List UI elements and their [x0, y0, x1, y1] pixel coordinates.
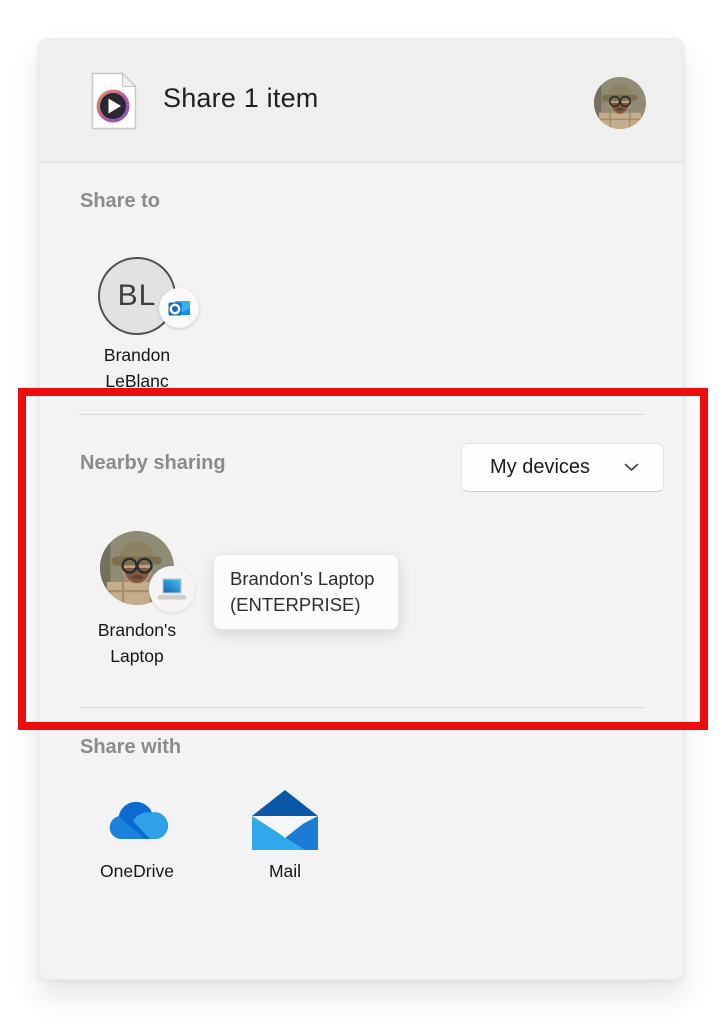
device-name: Brandon's Laptop — [82, 617, 192, 669]
media-file-icon — [91, 72, 137, 130]
share-dialog: Share 1 item — [38, 38, 684, 980]
contact-name: Brandon LeBlanc — [82, 342, 192, 394]
tooltip-line2: (ENTERPRISE) — [230, 592, 390, 618]
contact-initials: BL — [118, 279, 157, 313]
device-tooltip: Brandon's Laptop (ENTERPRISE) — [213, 554, 399, 630]
onedrive-icon[interactable] — [105, 797, 169, 843]
app-name-mail: Mail — [215, 861, 355, 882]
nearby-sharing-label: Nearby sharing — [80, 452, 226, 475]
app-name-onedrive: OneDrive — [67, 861, 207, 882]
divider — [79, 707, 645, 708]
user-avatar — [594, 77, 646, 129]
share-flyout-screenshot: Share 1 item — [0, 0, 722, 1024]
device-filter-dropdown[interactable]: My devices — [461, 443, 664, 492]
dialog-title: Share 1 item — [163, 83, 318, 114]
chevron-down-icon — [624, 463, 639, 472]
share-to-label: Share to — [80, 190, 160, 213]
device-filter-value: My devices — [490, 456, 624, 479]
outlook-icon — [159, 288, 199, 328]
share-with-label: Share with — [80, 736, 181, 759]
dialog-header: Share 1 item — [39, 39, 683, 163]
mail-icon[interactable] — [251, 789, 319, 851]
divider — [79, 414, 645, 415]
tooltip-line1: Brandon's Laptop — [230, 566, 390, 592]
laptop-icon — [149, 566, 195, 612]
